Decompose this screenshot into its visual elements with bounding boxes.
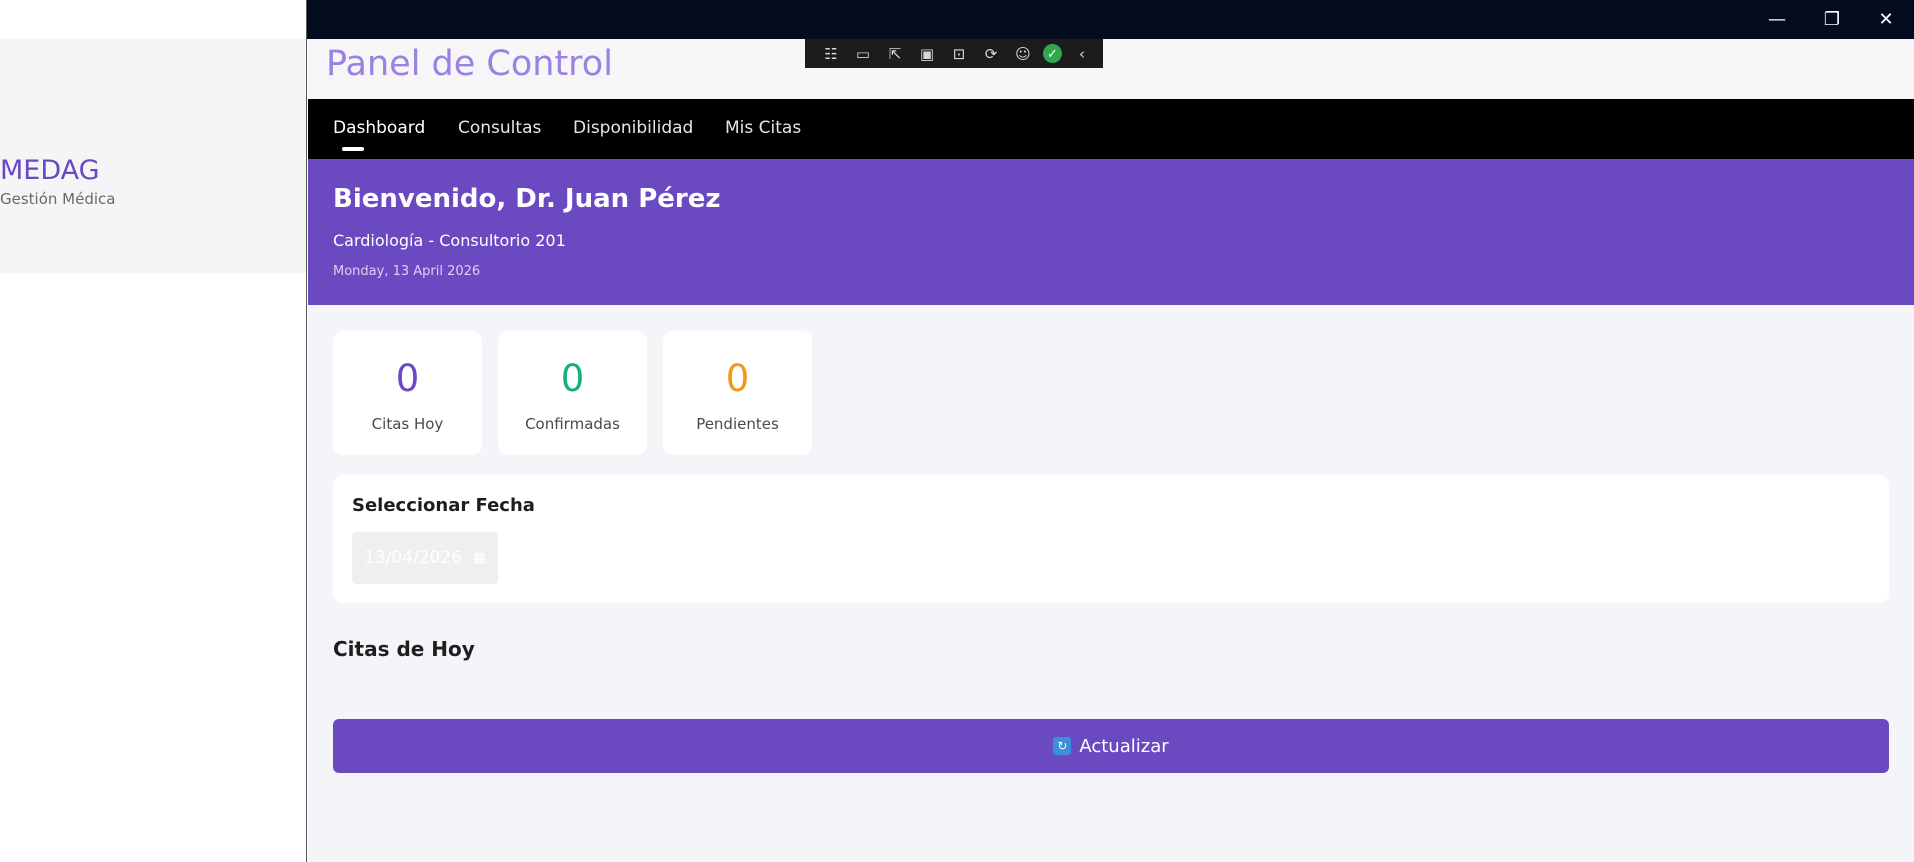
stat-card-citas-hoy: 0 Citas Hoy (333, 331, 482, 455)
top-nav: Dashboard Consultas Disponibilidad Mis C… (308, 99, 1914, 159)
stat-label: Pendientes (696, 415, 779, 433)
ok-check-icon[interactable]: ✓ (1043, 44, 1062, 63)
date-input[interactable]: 13/04/2026 ▦ (352, 532, 498, 584)
hot-reload-icon[interactable]: ⟳ (979, 43, 1003, 65)
brand-subtitle: Gestión Médica (0, 190, 116, 208)
stat-card-confirmadas: 0 Confirmadas (498, 331, 647, 455)
refresh-button[interactable]: ↻ Actualizar (333, 719, 1889, 773)
close-button[interactable]: ✕ (1858, 0, 1914, 39)
devtools-toolbar: ☷ ▭ ⇱ ▣ ⊡ ⟳ ☺ ✓ ‹ (805, 39, 1103, 68)
date-picker-title: Seleccionar Fecha (352, 495, 535, 516)
select-element-icon[interactable]: ⇱ (883, 43, 907, 65)
brand-title: MEDAG (0, 155, 100, 186)
header: Panel de Control (308, 39, 1914, 99)
track-focus-icon[interactable]: ⊡ (947, 43, 971, 65)
welcome-banner: Bienvenido, Dr. Juan Pérez Cardiología -… (308, 159, 1914, 305)
appointments-title: Citas de Hoy (333, 637, 475, 661)
stat-value: 0 (725, 357, 750, 400)
tab-dashboard[interactable]: Dashboard (333, 118, 425, 138)
accessibility-icon[interactable]: ☺ (1011, 43, 1035, 65)
display-layout-adorners-icon[interactable]: ▣ (915, 43, 939, 65)
page-title: Panel de Control (326, 44, 613, 84)
live-visual-tree-icon[interactable]: ☷ (819, 43, 843, 65)
restore-button[interactable]: ❐ (1804, 0, 1860, 39)
active-tab-indicator (342, 147, 364, 151)
stat-value: 0 (560, 357, 585, 400)
stat-label: Citas Hoy (371, 415, 444, 433)
date-picker-card: Seleccionar Fecha 13/04/2026 ▦ (333, 475, 1889, 603)
current-date: Monday, 13 April 2026 (333, 264, 481, 279)
tab-consultas[interactable]: Consultas (458, 118, 541, 138)
tab-disponibilidad[interactable]: Disponibilidad (573, 118, 693, 138)
record-icon[interactable]: ▭ (851, 43, 875, 65)
stat-label: Confirmadas (525, 415, 620, 433)
window-titlebar: — ❐ ✕ (307, 0, 1914, 39)
date-input-value: 13/04/2026 (364, 548, 462, 568)
minimize-button[interactable]: — (1749, 0, 1805, 39)
calendar-icon[interactable]: ▦ (473, 550, 486, 566)
tab-mis-citas[interactable]: Mis Citas (725, 118, 801, 138)
stat-value: 0 (395, 357, 420, 400)
sidebar: MEDAG Gestión Médica (0, 0, 307, 862)
main-content: Panel de Control Dashboard Consultas Dis… (308, 39, 1914, 862)
collapse-chevron-icon[interactable]: ‹ (1070, 43, 1094, 65)
refresh-icon: ↻ (1053, 737, 1072, 755)
stat-card-pendientes: 0 Pendientes (663, 331, 812, 455)
refresh-button-label: Actualizar (1079, 735, 1169, 757)
welcome-heading: Bienvenido, Dr. Juan Pérez (333, 184, 721, 214)
specialty-text: Cardiología - Consultorio 201 (333, 231, 566, 250)
